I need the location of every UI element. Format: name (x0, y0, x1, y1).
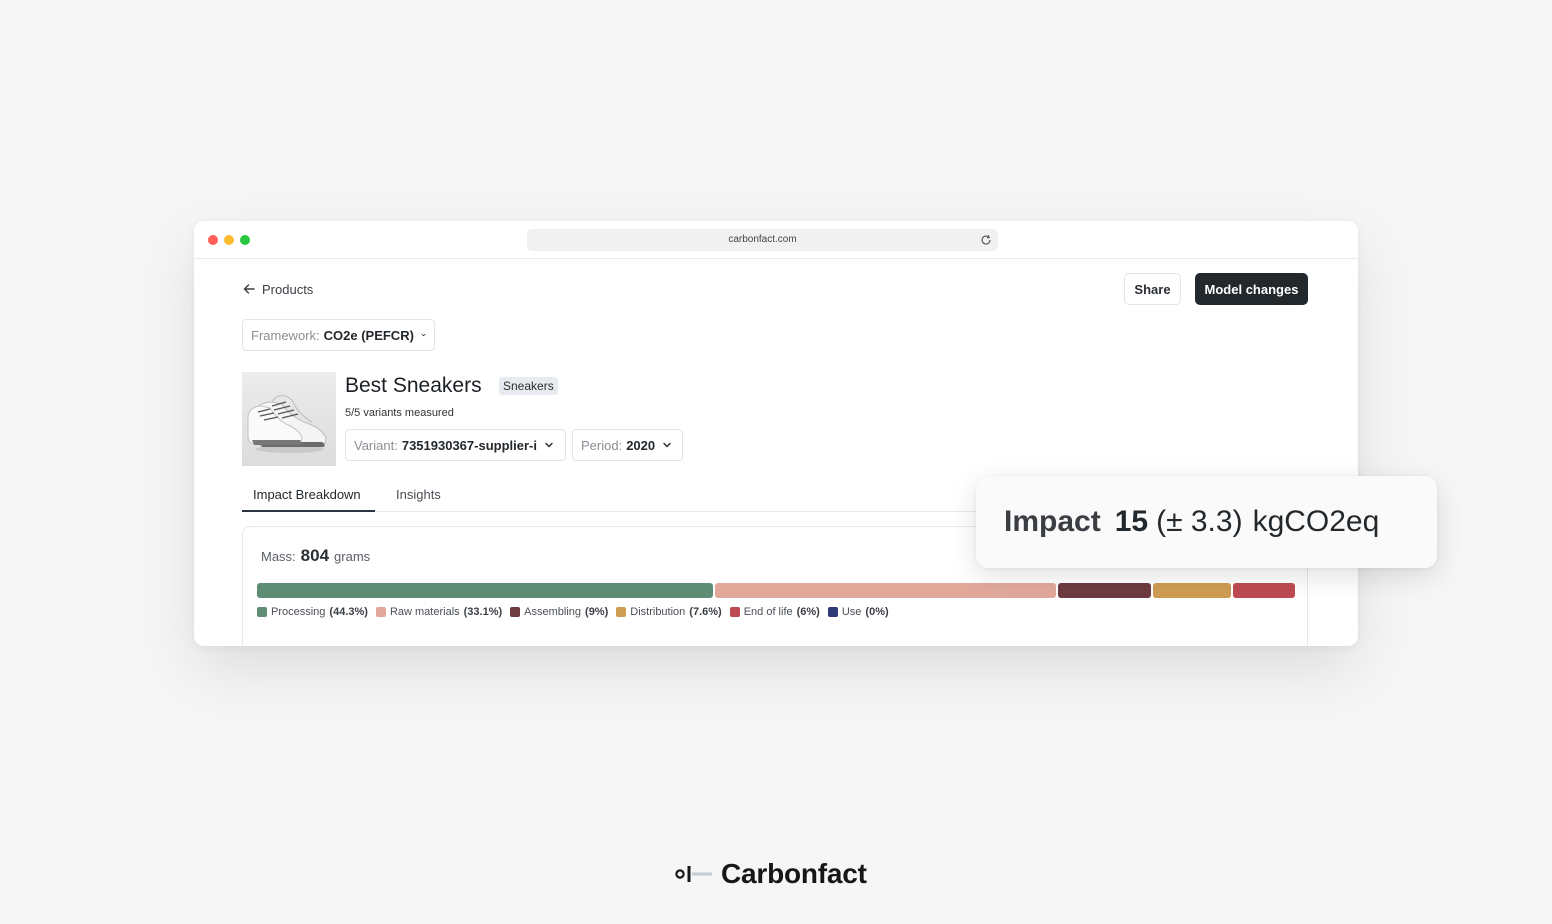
legend-percent: (7.6%) (689, 606, 722, 618)
legend-item: Assembling (9%) (510, 606, 608, 618)
legend-label: End of life (743, 606, 793, 618)
legend-swatch (729, 607, 740, 617)
legend-percent: (0%) (865, 606, 889, 618)
legend-label: Raw materials (389, 606, 460, 618)
legend-item: End of life (6%) (729, 606, 820, 618)
tab-impact-breakdown[interactable]: Impact Breakdown (253, 487, 361, 511)
variant-select-value: 7351930367-supplier-i (401, 437, 537, 453)
impact-unit: kgCO2eq (1252, 505, 1380, 538)
period-select[interactable]: Period: 2020 (572, 429, 683, 461)
impact-breakdown-bar (257, 583, 1295, 598)
impact-summary-popup: Impact 15 (± 3.3) kgCO2eq (976, 476, 1437, 568)
legend-swatch (827, 607, 838, 617)
legend-item: Use (0%) (827, 606, 889, 618)
browser-window: carbonfact.com Products Share Model chan… (194, 221, 1358, 646)
legend-percent: (9%) (585, 606, 609, 618)
impact-uncertainty: (± 3.3) (1156, 505, 1243, 538)
framework-select[interactable]: Framework: CO2e (PEFCR) (242, 319, 435, 351)
mass-label: Mass: (261, 549, 296, 564)
legend-swatch (375, 607, 386, 617)
reload-icon[interactable] (980, 234, 992, 246)
legend-item: Raw materials (33.1%) (375, 606, 503, 618)
maximize-window-button[interactable] (240, 235, 250, 245)
legend-label: Distribution (630, 606, 686, 618)
model-changes-button[interactable]: Model changes (1195, 273, 1308, 305)
brand-logo: Carbonfact (675, 858, 867, 890)
back-to-products-link[interactable]: Products (242, 280, 313, 298)
breakdown-segment-raw-materials[interactable] (715, 583, 1057, 598)
sneaker-illustration (247, 395, 327, 453)
brand-name: Carbonfact (721, 858, 867, 889)
legend-swatch (257, 607, 267, 617)
legend-swatch (616, 607, 627, 617)
breakdown-segment-distribution[interactable] (1152, 583, 1232, 598)
legend-label: Use (841, 606, 862, 618)
breakdown-segment-processing[interactable] (257, 583, 714, 598)
address-bar-url: carbonfact.com (728, 234, 797, 245)
legend-item: Processing (44.3%) (257, 606, 368, 618)
breakdown-segment-assembling[interactable] (1058, 583, 1151, 598)
framework-select-value: CO2e (PEFCR) (323, 327, 414, 343)
legend-label: Processing (271, 606, 326, 618)
impact-label: Impact (1004, 505, 1101, 538)
share-button[interactable]: Share (1124, 273, 1181, 305)
legend-swatch (510, 607, 521, 617)
product-image (242, 372, 336, 466)
address-bar[interactable]: carbonfact.com (527, 229, 998, 251)
close-window-button[interactable] (208, 235, 218, 245)
period-select-value: 2020 (626, 437, 656, 453)
variants-measured-text: 5/5 variants measured (345, 407, 454, 419)
legend-label: Assembling (524, 606, 582, 618)
arrow-left-icon (243, 284, 255, 294)
impact-breakdown-legend: Processing (44.3%) Raw materials (33.1%) Ass… (257, 606, 889, 618)
legend-percent: (6%) (796, 606, 820, 618)
mass-unit: grams (334, 549, 371, 564)
chevron-down-icon (421, 333, 426, 337)
back-link-label: Products (262, 281, 314, 297)
breakdown-segment-end-of-life[interactable] (1233, 583, 1295, 598)
carbonfact-logo-icon (675, 866, 712, 882)
legend-percent: (44.3%) (329, 606, 368, 618)
product-title: Best Sneakers (345, 374, 482, 397)
period-select-label: Period: (581, 437, 623, 453)
legend-percent: (33.1%) (463, 606, 503, 618)
mass-value: 804 (300, 546, 330, 565)
browser-titlebar: carbonfact.com (194, 221, 1358, 259)
minimize-window-button[interactable] (224, 235, 234, 245)
chevron-down-icon (663, 442, 671, 448)
variant-select-label: Variant: (354, 437, 398, 453)
framework-select-label: Framework: (251, 327, 320, 343)
tab-insights[interactable]: Insights (396, 487, 441, 511)
product-category-badge: Sneakers (499, 377, 558, 395)
mass-info: Mass: 804 grams (261, 546, 370, 566)
chevron-down-icon (545, 442, 553, 448)
impact-value: 15 (1114, 505, 1149, 538)
legend-item: Distribution (7.6%) (616, 606, 722, 618)
variant-select[interactable]: Variant: 7351930367-supplier-i (345, 429, 566, 461)
active-tab-indicator (242, 510, 375, 512)
